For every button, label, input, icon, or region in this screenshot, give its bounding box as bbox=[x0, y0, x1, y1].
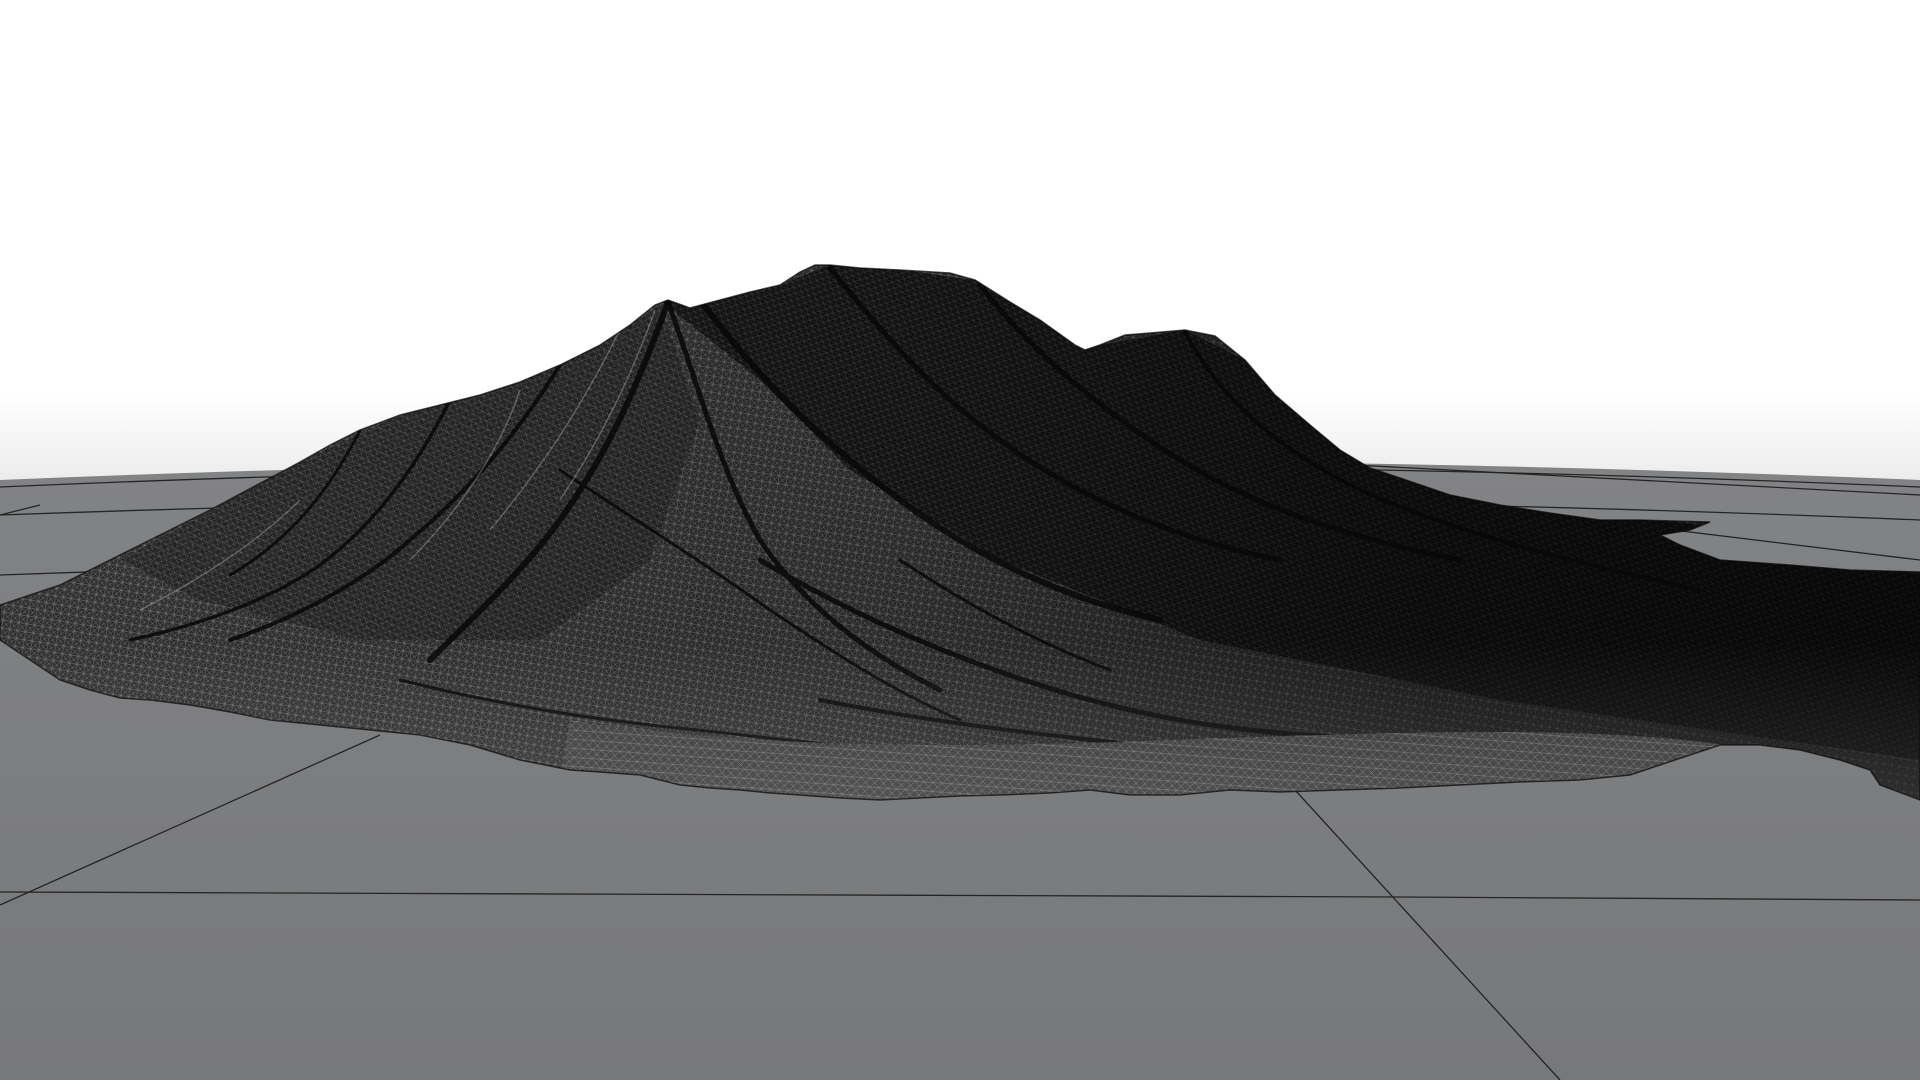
viewport-canvas[interactable] bbox=[0, 0, 1920, 1080]
3d-viewport[interactable] bbox=[0, 0, 1920, 1080]
